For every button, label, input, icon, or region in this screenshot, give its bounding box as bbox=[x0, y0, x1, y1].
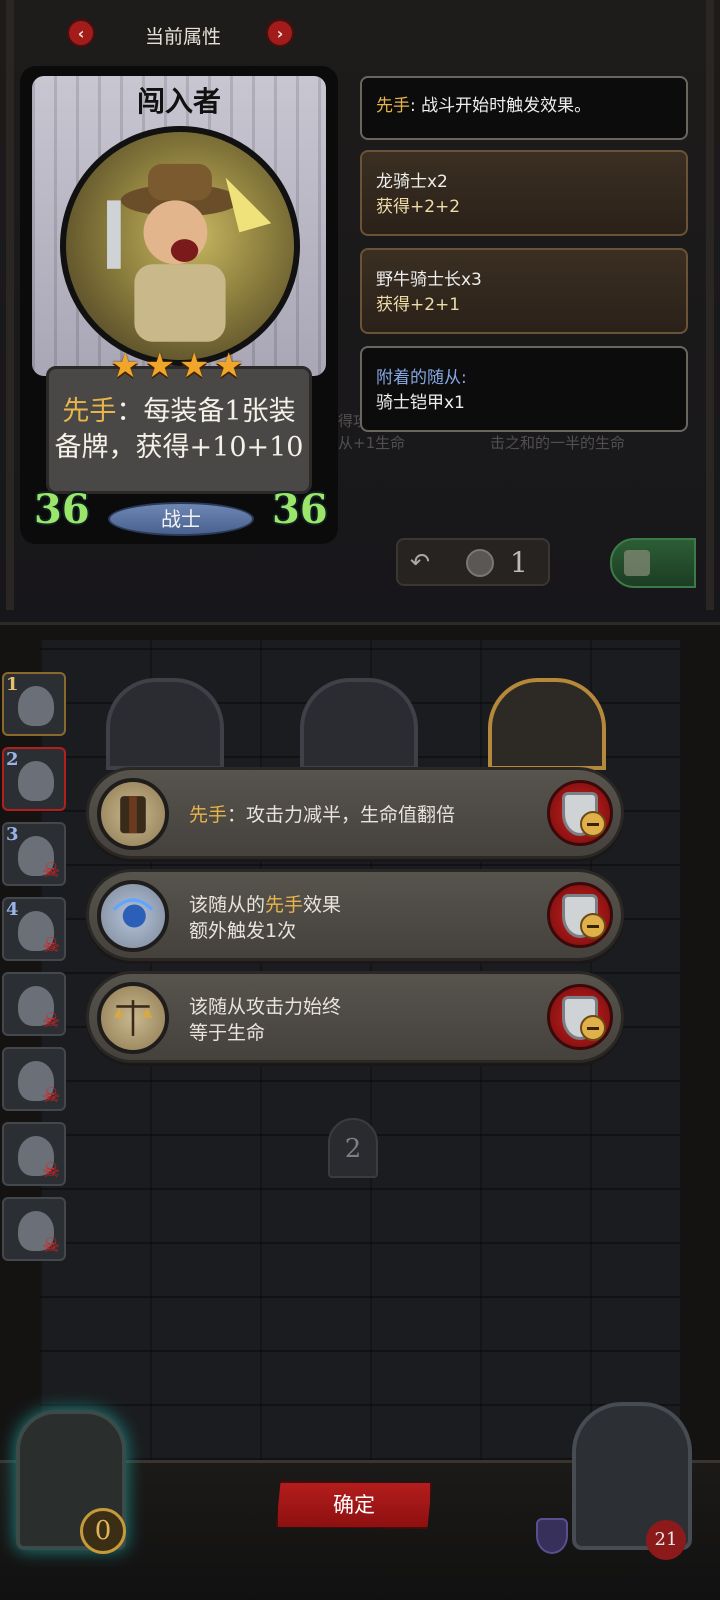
confirm-button[interactable]: 确定 bbox=[276, 1481, 432, 1529]
minus-icon bbox=[580, 1015, 606, 1041]
lock-button[interactable] bbox=[610, 538, 696, 588]
health-stat: 36 bbox=[272, 486, 328, 533]
remove-button[interactable] bbox=[547, 780, 613, 846]
undo-icon[interactable]: ↶ bbox=[410, 548, 430, 576]
page-indicator: 2 bbox=[328, 1118, 378, 1178]
option-row[interactable]: 先手：攻击力减半，生命值翻倍 bbox=[86, 767, 624, 859]
orb-icon bbox=[97, 880, 169, 952]
attached-minion-title: 附着的随从: bbox=[376, 368, 467, 388]
roster-item[interactable]: ☠ bbox=[2, 972, 66, 1036]
card-name: 闯入者 bbox=[136, 85, 221, 118]
minus-icon bbox=[580, 811, 606, 837]
armor-shield-icon bbox=[536, 1518, 568, 1554]
skull-icon: ☠ bbox=[42, 1233, 60, 1257]
hero-health: 21 bbox=[646, 1520, 686, 1560]
star-rating: ★★★★ bbox=[110, 346, 248, 386]
skull-icon: ☠ bbox=[42, 1158, 60, 1182]
effect-synergy-dragon-knight: 龙骑士x2 获得+2+2 bbox=[360, 150, 688, 236]
skull-icon: ☠ bbox=[42, 858, 60, 882]
attached-minion-value: 骑士铠甲x1 bbox=[376, 393, 465, 413]
roster-item[interactable]: 3 ☠ bbox=[2, 822, 66, 886]
skull-icon: ☠ bbox=[42, 1008, 60, 1032]
scales-icon bbox=[97, 982, 169, 1054]
keyword-first-strike: 先手 bbox=[62, 396, 117, 427]
minus-icon bbox=[580, 913, 606, 939]
remove-button[interactable] bbox=[547, 984, 613, 1050]
utility-bar: ↶ 1 bbox=[396, 538, 550, 586]
effect-synergy-name: 野牛骑士长x3 bbox=[376, 270, 482, 290]
option-text: 该随从的先手效果 额外触发1次 bbox=[189, 892, 529, 944]
class-badge: 战士 bbox=[108, 502, 254, 536]
effect-synergy-bonus: 获得+2+1 bbox=[376, 295, 461, 315]
roster-number: 4 bbox=[6, 899, 19, 920]
option-desc: 效果 bbox=[303, 894, 342, 916]
roster-item[interactable]: 2 bbox=[2, 747, 66, 811]
hero-card[interactable]: 闯入者 ★★★★ 先手：每装备1张装 备牌，获得+10+10 36 战士 36 bbox=[20, 66, 338, 544]
coin-counter: 0 bbox=[80, 1508, 126, 1554]
option-keyword: 先手 bbox=[189, 804, 228, 826]
board-unit[interactable] bbox=[488, 678, 606, 770]
skull-icon: ☠ bbox=[42, 1083, 60, 1107]
effect-first-strike: 先手: 战斗开始时触发效果。 bbox=[360, 76, 688, 140]
roster-item[interactable]: ☠ bbox=[2, 1197, 66, 1261]
effect-synergy-name: 龙骑士x2 bbox=[376, 172, 448, 192]
page-title: 当前属性 bbox=[144, 26, 221, 48]
roster-number: 2 bbox=[6, 749, 19, 770]
option-desc-line2: 额外触发1次 bbox=[189, 920, 297, 942]
coin-icon bbox=[466, 549, 494, 577]
effect-text: : 战斗开始时触发效果。 bbox=[410, 96, 592, 116]
option-text: 该随从攻击力始终 等于生命 bbox=[189, 994, 529, 1046]
lock-icon bbox=[624, 550, 650, 576]
card-desc-line2: 备牌，获得+10+10 bbox=[54, 432, 304, 463]
header: ‹ 当前属性 › bbox=[0, 14, 720, 54]
card-desc-line1: ：每装备1张装 bbox=[116, 396, 296, 427]
background-card-text: 从+1生命 bbox=[338, 434, 406, 452]
utility-count: 1 bbox=[510, 546, 528, 579]
option-desc-line2: 等于生命 bbox=[189, 1022, 266, 1044]
effect-attached-minion: 附着的随从: 骑士铠甲x1 bbox=[360, 346, 688, 432]
roster-item[interactable]: 1 bbox=[2, 672, 66, 736]
roster-item[interactable]: ☠ bbox=[2, 1047, 66, 1111]
hero-portrait bbox=[60, 126, 300, 366]
chevron-right-icon[interactable]: › bbox=[266, 19, 294, 47]
effect-synergy-bison-knight: 野牛骑士长x3 获得+2+1 bbox=[360, 248, 688, 334]
minion-portrait bbox=[18, 686, 54, 726]
roster-number: 3 bbox=[6, 824, 19, 845]
skull-icon: ☠ bbox=[42, 933, 60, 957]
attack-stat: 36 bbox=[34, 486, 90, 533]
effect-synergy-bonus: 获得+2+2 bbox=[376, 197, 461, 217]
option-row[interactable]: 该随从攻击力始终 等于生命 bbox=[86, 971, 624, 1063]
roster-item[interactable]: 4 ☠ bbox=[2, 897, 66, 961]
chevron-left-icon[interactable]: ‹ bbox=[67, 19, 95, 47]
option-keyword: 先手 bbox=[265, 894, 304, 916]
board-unit[interactable] bbox=[300, 678, 418, 770]
minion-portrait bbox=[18, 761, 54, 801]
board-unit[interactable] bbox=[106, 678, 224, 770]
background-card-text: 击之和的一半的生命 bbox=[490, 434, 626, 452]
option-text: 先手：攻击力减半，生命值翻倍 bbox=[189, 802, 529, 828]
card-description: 先手：每装备1张装 备牌，获得+10+10 bbox=[50, 394, 308, 466]
roster-number: 1 bbox=[6, 674, 19, 695]
option-desc-pre: 该随从攻击力始终 bbox=[189, 996, 342, 1018]
option-desc-pre: 该随从的 bbox=[189, 894, 266, 916]
option-desc: ：攻击力减半，生命值翻倍 bbox=[227, 804, 456, 826]
roster-item[interactable]: ☠ bbox=[2, 1122, 66, 1186]
armor-icon bbox=[97, 778, 169, 850]
roster-column: 1 2 3 ☠ 4 ☠ ☠ ☠ ☠ ☠ bbox=[2, 672, 68, 1272]
remove-button[interactable] bbox=[547, 882, 613, 948]
option-row[interactable]: 该随从的先手效果 额外触发1次 bbox=[86, 869, 624, 961]
effect-keyword: 先手 bbox=[376, 96, 410, 116]
